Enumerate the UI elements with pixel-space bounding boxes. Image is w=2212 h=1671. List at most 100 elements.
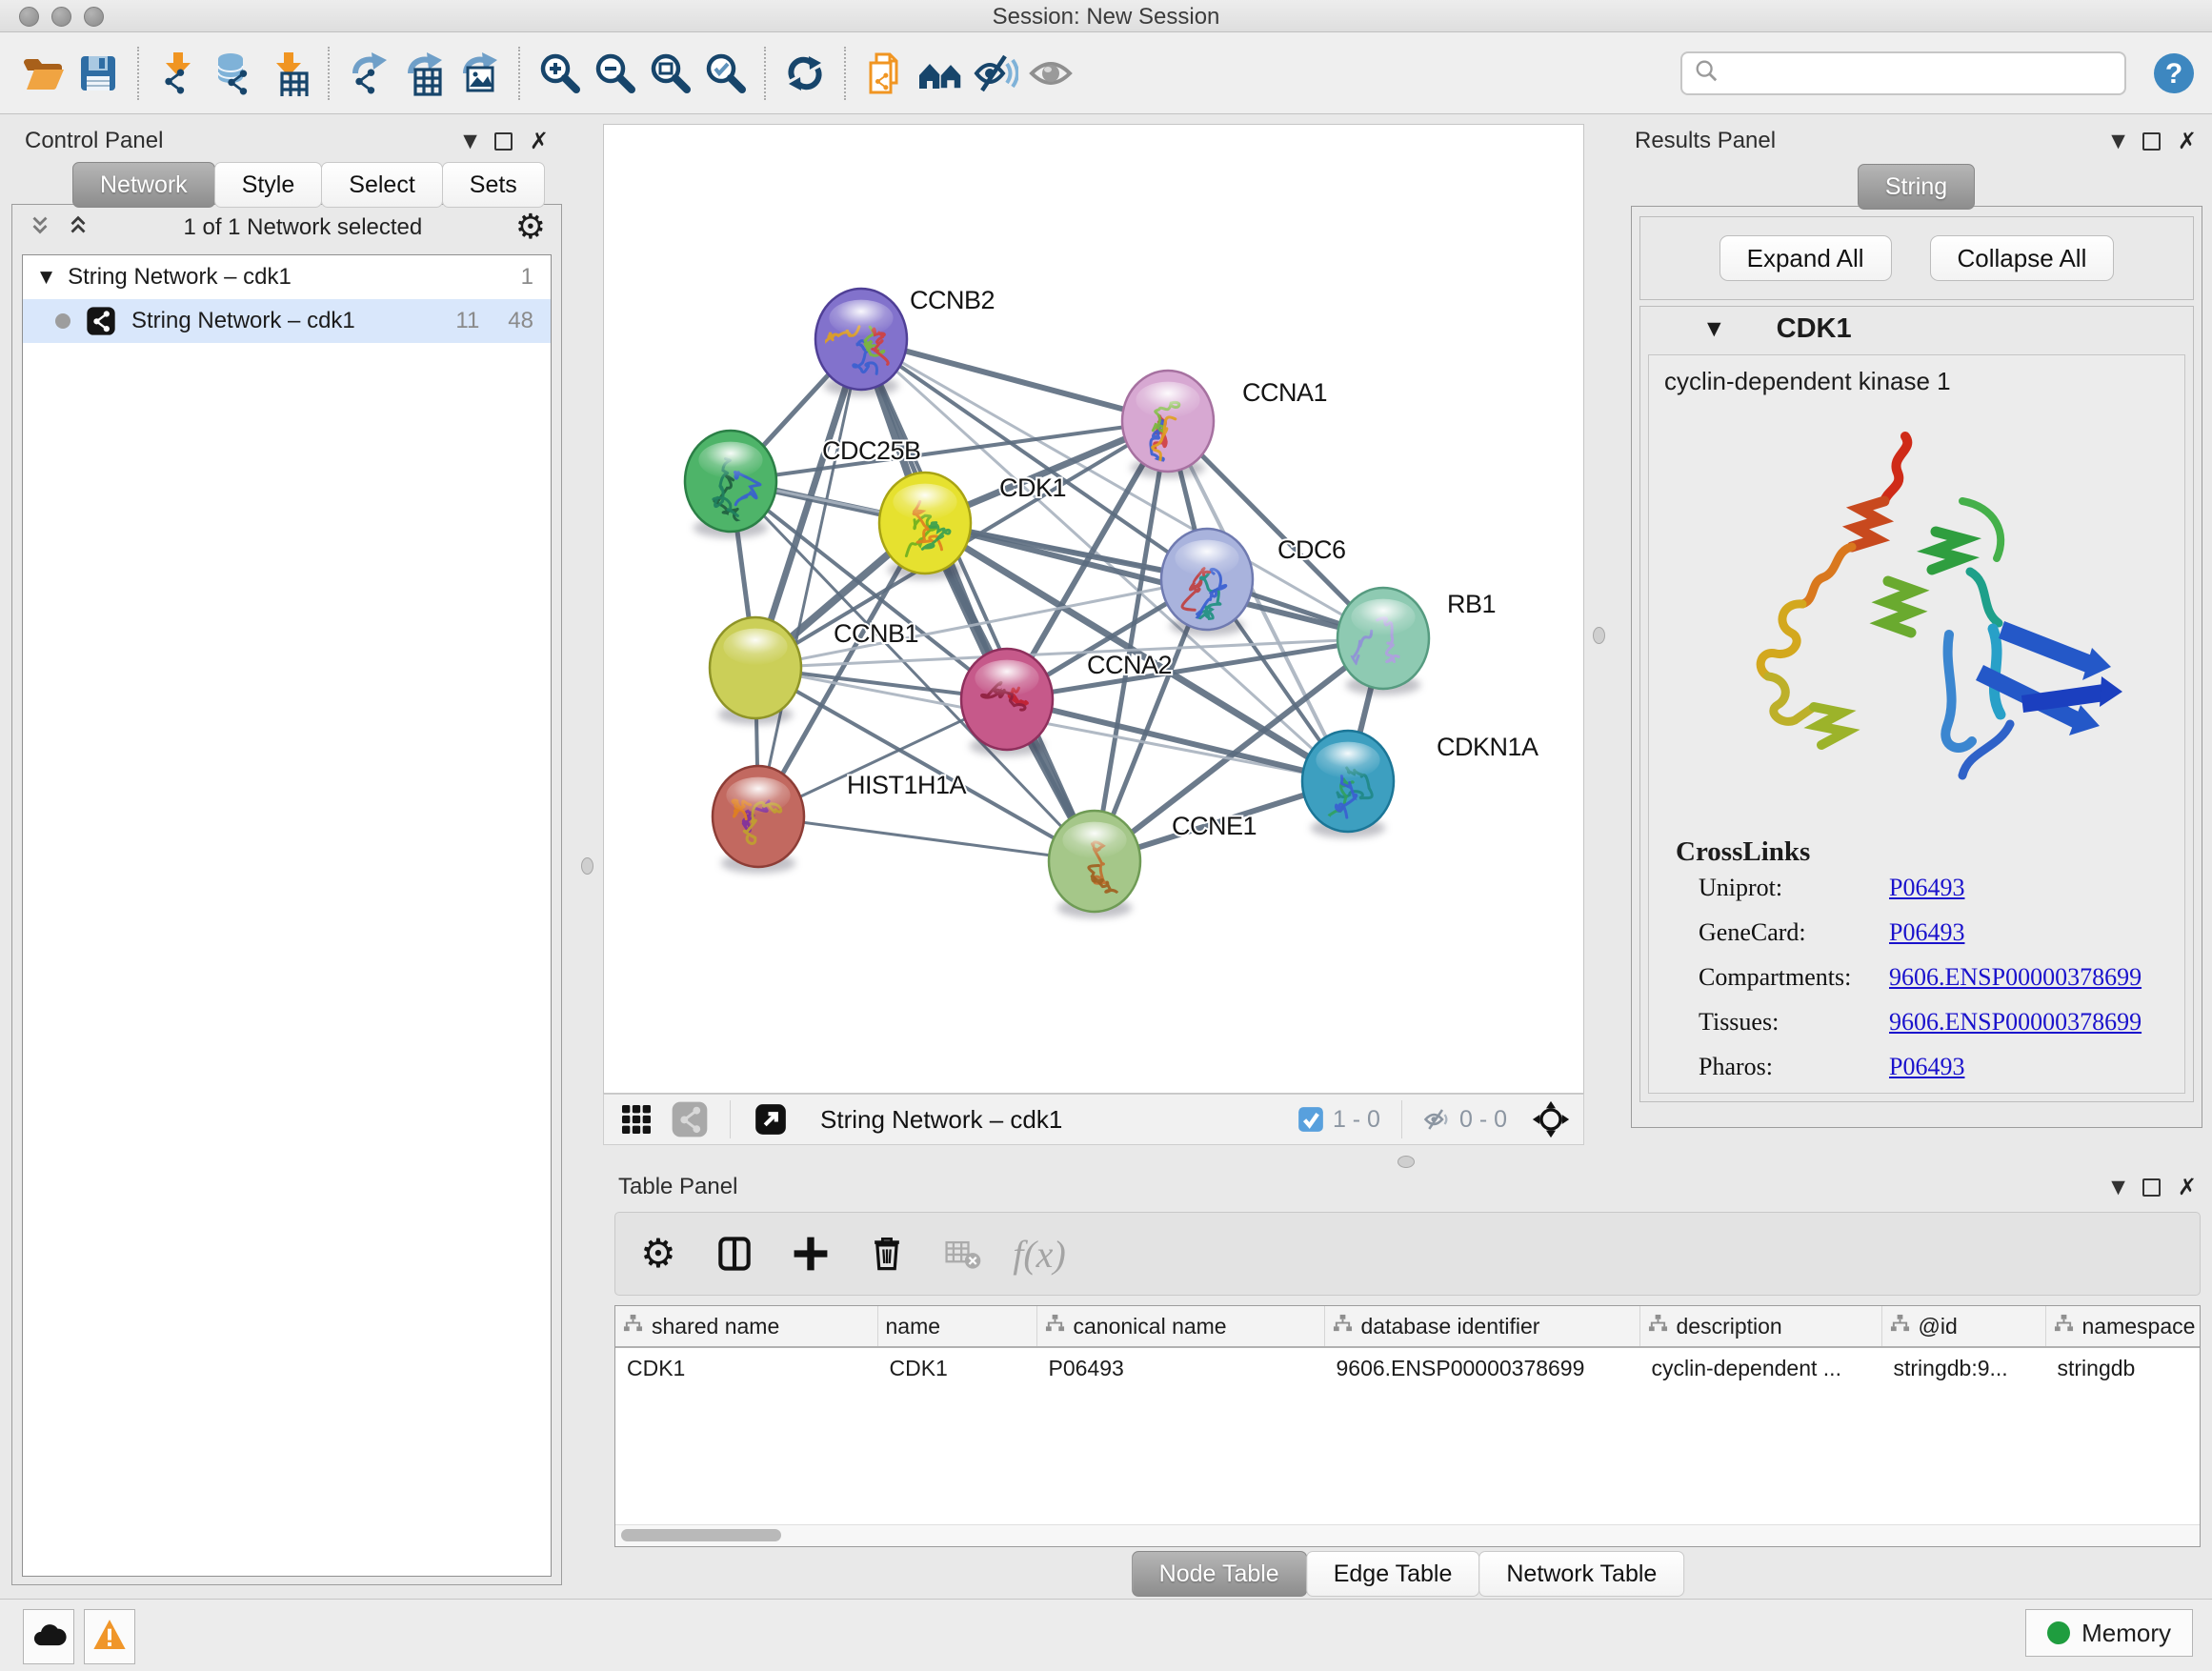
- detach-view-icon[interactable]: [752, 1100, 790, 1138]
- zoom-in-button[interactable]: [532, 45, 587, 102]
- export-table-button[interactable]: [396, 45, 452, 102]
- show-columns-button[interactable]: [711, 1228, 758, 1279]
- tab-network[interactable]: Network: [72, 162, 215, 208]
- show-details-eye-button[interactable]: [1023, 45, 1078, 102]
- tab-sets[interactable]: Sets: [442, 162, 545, 208]
- crosslink-link[interactable]: P06493: [1889, 918, 1964, 947]
- navigator-crosshair-icon[interactable]: [1532, 1100, 1570, 1138]
- tab-style[interactable]: Style: [214, 162, 323, 208]
- column-header-namespace[interactable]: namespace: [2045, 1306, 2201, 1347]
- export-network-button[interactable]: [341, 45, 396, 102]
- control-panel-close-icon[interactable]: ✗: [530, 128, 549, 154]
- column-header-canonical-name[interactable]: canonical name: [1036, 1306, 1324, 1347]
- network-node-HIST1H1A[interactable]: [713, 766, 804, 874]
- network-node-CDKN1A[interactable]: [1302, 731, 1394, 838]
- tab-string[interactable]: String: [1858, 164, 1975, 210]
- control-panel-maximize-icon[interactable]: [494, 132, 513, 151]
- table-cell[interactable]: stringdb:9...: [1881, 1347, 2045, 1388]
- network-node-CDC25B[interactable]: [685, 431, 776, 538]
- search-box[interactable]: [1680, 51, 2126, 95]
- apply-preferred-layout-button[interactable]: [777, 45, 833, 102]
- table-cell[interactable]: CDK1: [877, 1347, 1036, 1388]
- results-panel-maximize-icon[interactable]: [2142, 132, 2161, 151]
- network-row[interactable]: String Network – cdk1 11 48: [23, 299, 551, 343]
- add-column-button[interactable]: [787, 1228, 835, 1279]
- warnings-button[interactable]: [84, 1609, 135, 1664]
- table-panel-title: Table Panel: [618, 1174, 737, 1200]
- collection-expander-icon[interactable]: ▼: [40, 268, 52, 287]
- network-edge[interactable]: [1007, 699, 1348, 781]
- save-session-button[interactable]: [70, 45, 126, 102]
- table-cell[interactable]: cyclin-dependent ...: [1639, 1347, 1881, 1388]
- table-row[interactable]: CDK1CDK1P064939606.ENSP00000378699cyclin…: [615, 1347, 2201, 1388]
- table-cell[interactable]: CDK1: [615, 1347, 877, 1388]
- network-node-CCNB1[interactable]: [710, 617, 801, 725]
- network-edge[interactable]: [758, 339, 861, 816]
- column-header-name[interactable]: name: [877, 1306, 1036, 1347]
- open-session-button[interactable]: [15, 45, 70, 102]
- tab-edge-table[interactable]: Edge Table: [1306, 1551, 1480, 1597]
- protein-structure-image[interactable]: [1707, 410, 2126, 821]
- crosslink-link[interactable]: P06493: [1889, 1053, 1964, 1081]
- entry-collapse-icon[interactable]: ▼: [1707, 318, 1721, 339]
- node-label: CDKN1A: [1437, 733, 1538, 761]
- expand-all-networks-icon[interactable]: [66, 212, 90, 244]
- tab-select[interactable]: Select: [321, 162, 442, 208]
- memory-button[interactable]: Memory: [2025, 1609, 2193, 1657]
- import-network-file-button[interactable]: [151, 45, 206, 102]
- column-header-shared-name[interactable]: shared name: [615, 1306, 877, 1347]
- import-network-database-button[interactable]: [206, 45, 261, 102]
- scrollbar-thumb[interactable]: [621, 1529, 781, 1541]
- network-node-RB1[interactable]: [1337, 588, 1429, 695]
- table-settings-gear-button[interactable]: ⚙: [634, 1228, 682, 1279]
- zoom-out-button[interactable]: [587, 45, 642, 102]
- toggle-graphics-details-button[interactable]: [968, 45, 1023, 102]
- crosslink-link[interactable]: P06493: [1889, 874, 1964, 902]
- column-header--id[interactable]: @id: [1881, 1306, 2045, 1347]
- selected-checkbox-icon[interactable]: [1297, 1105, 1325, 1134]
- table-panel-maximize-icon[interactable]: [2142, 1178, 2161, 1197]
- table-panel-close-icon[interactable]: ✗: [2178, 1174, 2197, 1200]
- results-panel-close-icon[interactable]: ✗: [2178, 128, 2197, 154]
- network-node-CDC6[interactable]: [1161, 529, 1253, 637]
- crosslink-link[interactable]: 9606.ENSP00000378699: [1889, 963, 2142, 992]
- import-table-file-button[interactable]: [261, 45, 316, 102]
- table-cell[interactable]: P06493: [1036, 1347, 1324, 1388]
- network-node-CCNE1[interactable]: [1049, 811, 1140, 918]
- tab-network-table[interactable]: Network Table: [1478, 1551, 1684, 1597]
- table-cell[interactable]: 9606.ENSP00000378699: [1324, 1347, 1639, 1388]
- network-collection-row[interactable]: ▼ String Network – cdk1 1: [23, 255, 551, 299]
- table-horizontal-scrollbar[interactable]: [615, 1524, 2200, 1546]
- expand-all-button[interactable]: Expand All: [1719, 235, 1892, 281]
- help-button[interactable]: ?: [2151, 50, 2197, 96]
- crosslink-label: Tissues:: [1699, 1008, 1889, 1037]
- grid-view-icon[interactable]: [617, 1100, 655, 1138]
- network-canvas[interactable]: CCNB2CCNA1CDC25BCDK1CDC6RB1CCNB1CCNA2CDK…: [603, 124, 1584, 1094]
- cloud-status-button[interactable]: [23, 1609, 74, 1664]
- control-panel-float-icon[interactable]: ▼: [463, 131, 477, 151]
- export-image-button[interactable]: [452, 45, 507, 102]
- network-from-document-button[interactable]: [857, 45, 913, 102]
- column-header-database-identifier[interactable]: database identifier: [1324, 1306, 1639, 1347]
- left-splitter-grip[interactable]: [581, 857, 593, 875]
- network-edge[interactable]: [758, 816, 1095, 861]
- table-cell[interactable]: stringdb: [2045, 1347, 2201, 1388]
- network-node-CDK1[interactable]: [879, 473, 971, 580]
- zoom-selected-button[interactable]: [697, 45, 753, 102]
- table-panel-float-icon[interactable]: ▼: [2111, 1177, 2125, 1198]
- delete-columns-button[interactable]: [863, 1228, 911, 1279]
- right-splitter-grip[interactable]: [1593, 627, 1605, 644]
- network-options-gear-icon[interactable]: ⚙: [515, 211, 546, 245]
- zoom-fit-button[interactable]: [642, 45, 697, 102]
- bottom-splitter-grip[interactable]: [1398, 1156, 1415, 1168]
- column-header-description[interactable]: description: [1639, 1306, 1881, 1347]
- results-panel-float-icon[interactable]: ▼: [2111, 131, 2125, 151]
- crosslink-link[interactable]: 9606.ENSP00000378699: [1889, 1008, 2142, 1037]
- home-gallery-button[interactable]: [913, 45, 968, 102]
- tab-node-table[interactable]: Node Table: [1132, 1551, 1307, 1597]
- collapse-all-button[interactable]: Collapse All: [1930, 235, 2115, 281]
- network-node-CCNB2[interactable]: [815, 289, 907, 396]
- collapse-all-networks-icon[interactable]: [28, 212, 52, 244]
- search-input[interactable]: [1728, 59, 2113, 88]
- network-node-CCNA1[interactable]: [1122, 371, 1214, 478]
